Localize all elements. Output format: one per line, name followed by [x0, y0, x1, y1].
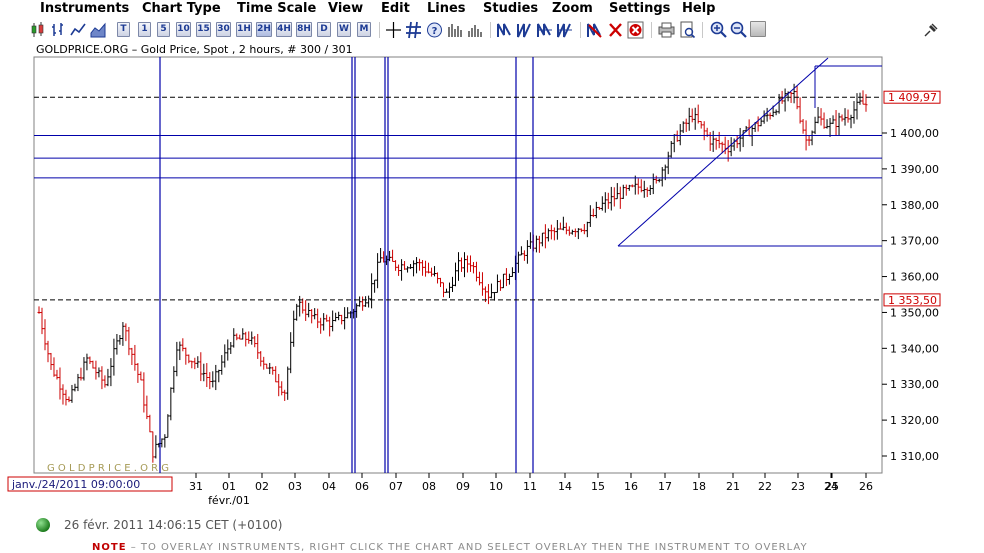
month-label: févr./01 [208, 494, 250, 507]
x-tick-label: 18 [692, 480, 706, 493]
x-tick-label: 04 [322, 480, 336, 493]
y-tick-label: 1 360,00 [890, 271, 939, 284]
x-tick-label: 03 [288, 480, 302, 493]
server-datetime: 26 févr. 2011 14:06:15 CET (+0100) [64, 518, 283, 532]
x-tick-label: 23 [791, 480, 805, 493]
y-tick-label: 1 330,00 [890, 378, 939, 391]
x-tick-label: 06 [355, 480, 369, 493]
x-tick-label: 07 [389, 480, 403, 493]
x-tick-label: 31 [189, 480, 203, 493]
y-tick-label: 1 390,00 [890, 163, 939, 176]
y-tick-label: 1 320,00 [890, 414, 939, 427]
x-tick-label: 25 [825, 480, 839, 493]
price-tag-label: 1 409,97 [888, 91, 937, 104]
note-text: – TO OVERLAY INSTRUMENTS, RIGHT CLICK TH… [126, 542, 808, 553]
x-tick-label: 15 [591, 480, 605, 493]
y-tick-label: 1 380,00 [890, 199, 939, 212]
x-tick-label: 14 [558, 480, 572, 493]
x-tick-label: 21 [726, 480, 740, 493]
y-tick-label: 1 310,00 [890, 450, 939, 463]
x-tick-label: 02 [255, 480, 269, 493]
x-tick-label: 26 [859, 480, 873, 493]
x-tick-label: 16 [624, 480, 638, 493]
x-tick-label: 10 [489, 480, 503, 493]
y-tick-label: 1 340,00 [890, 342, 939, 355]
connection-status-icon [36, 518, 50, 532]
x-tick-label: 11 [523, 480, 537, 493]
price-chart[interactable]: 1 310,00 1 320,00 1 330,00 1 340,00 1 350,00… [0, 0, 984, 549]
x-tick-label: 08 [422, 480, 436, 493]
x-tick-label: 09 [456, 480, 470, 493]
cursor-date-label: janv./24/2011 09:00:00 [11, 478, 140, 491]
price-tag-label: 1 353,50 [888, 294, 937, 307]
y-tick-label: 1 350,00 [890, 306, 939, 319]
y-tick-label: 1 400,00 [890, 127, 939, 140]
watermark-text: G O L D P R I C E . O R G [47, 463, 169, 474]
x-tick-label: 22 [758, 480, 772, 493]
x-tick-label: 17 [658, 480, 672, 493]
y-tick-label: 1 370,00 [890, 235, 939, 248]
note-label: NOTE [92, 542, 127, 553]
footer-note: NOTE – TO OVERLAY INSTRUMENTS, RIGHT CLI… [92, 542, 808, 553]
x-tick-label: 01 [222, 480, 236, 493]
